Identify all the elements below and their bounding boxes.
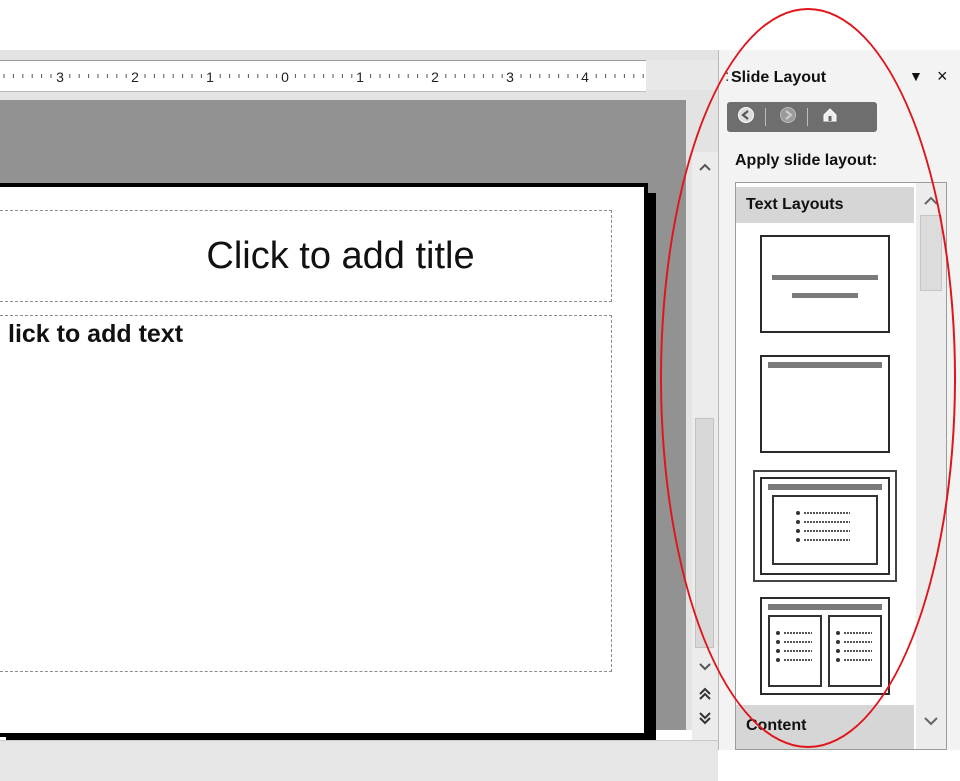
layout-thumbnail-two-column-text[interactable] (760, 597, 890, 695)
task-pane-header: : Slide Layout ▼ × (719, 62, 960, 92)
layout-list-scrollbar[interactable] (916, 183, 946, 749)
pane-grip-icon[interactable]: : (725, 68, 729, 86)
back-icon[interactable] (735, 106, 757, 128)
layout-gallery[interactable]: Text Layouts Content (735, 182, 947, 750)
forward-icon[interactable] (777, 106, 799, 128)
pane-menu-dropdown-icon[interactable]: ▼ (909, 68, 923, 84)
apply-slide-layout-label: Apply slide layout: (735, 152, 878, 169)
ruler-label: 1 (206, 69, 214, 85)
layout-thumbnail-title-only[interactable] (760, 355, 890, 453)
body-placeholder[interactable]: lick to add text (0, 315, 612, 672)
ruler-ticks: 3 2 1 0 1 2 3 4 (3, 67, 644, 85)
scroll-up-icon[interactable] (694, 156, 716, 178)
horizontal-ruler: 3 2 1 0 1 2 3 4 (0, 60, 646, 92)
ruler-gap (646, 60, 718, 90)
layout-bullets (796, 511, 850, 542)
ruler-label: 2 (131, 69, 139, 85)
scroll-down-icon[interactable] (924, 713, 938, 731)
ruler-label: 2 (431, 69, 439, 85)
layout-subtitle-bar (792, 293, 858, 298)
nav-separator (765, 108, 766, 126)
task-pane-title: Slide Layout (731, 69, 827, 86)
layout-title-bar (772, 275, 878, 280)
slide-layout-task-pane: : Slide Layout ▼ × Apply slide layout: T… (718, 50, 960, 750)
scroll-up-icon[interactable] (924, 193, 938, 211)
layout-body-box (772, 495, 878, 565)
scroll-thumb[interactable] (695, 418, 714, 648)
layout-list-scroll-thumb[interactable] (920, 215, 942, 291)
next-slide-icon[interactable] (694, 710, 716, 732)
task-pane-nav-bar (727, 102, 877, 132)
title-placeholder[interactable]: Click to add title (0, 210, 612, 302)
ruler-label: 4 (581, 69, 589, 85)
section-label: Text Layouts (746, 196, 844, 213)
layout-title-bar (768, 484, 882, 490)
layout-bullets (776, 631, 812, 662)
body-placeholder-text: lick to add text (8, 320, 184, 348)
layout-bullets (836, 631, 872, 662)
layout-title-bar (768, 604, 882, 610)
layout-thumbnail-title-and-text[interactable] (753, 470, 897, 582)
ruler-label: 0 (281, 69, 289, 85)
section-header-text-layouts[interactable]: Text Layouts (736, 187, 914, 223)
nav-separator (807, 108, 808, 126)
close-icon[interactable]: × (937, 66, 948, 87)
title-placeholder-text: Click to add title (206, 234, 475, 277)
section-label: Content (746, 717, 807, 734)
section-header-content-layouts[interactable]: Content (736, 705, 914, 749)
home-icon[interactable] (819, 106, 841, 128)
ruler-label: 3 (506, 69, 514, 85)
layout-left-column (768, 615, 822, 687)
slide-editing-area[interactable]: Click to add title lick to add text (0, 100, 686, 749)
vertical-scrollbar[interactable] (692, 152, 718, 740)
layout-right-column (828, 615, 882, 687)
scroll-down-icon[interactable] (694, 656, 716, 678)
ruler-label: 3 (56, 69, 64, 85)
slide-canvas[interactable]: Click to add title lick to add text (0, 183, 648, 737)
layout-title-bar (768, 362, 882, 368)
layout-thumbnail-title-slide[interactable] (760, 235, 890, 333)
previous-slide-icon[interactable] (694, 686, 716, 708)
ruler-label: 1 (356, 69, 364, 85)
status-strip (0, 740, 718, 781)
